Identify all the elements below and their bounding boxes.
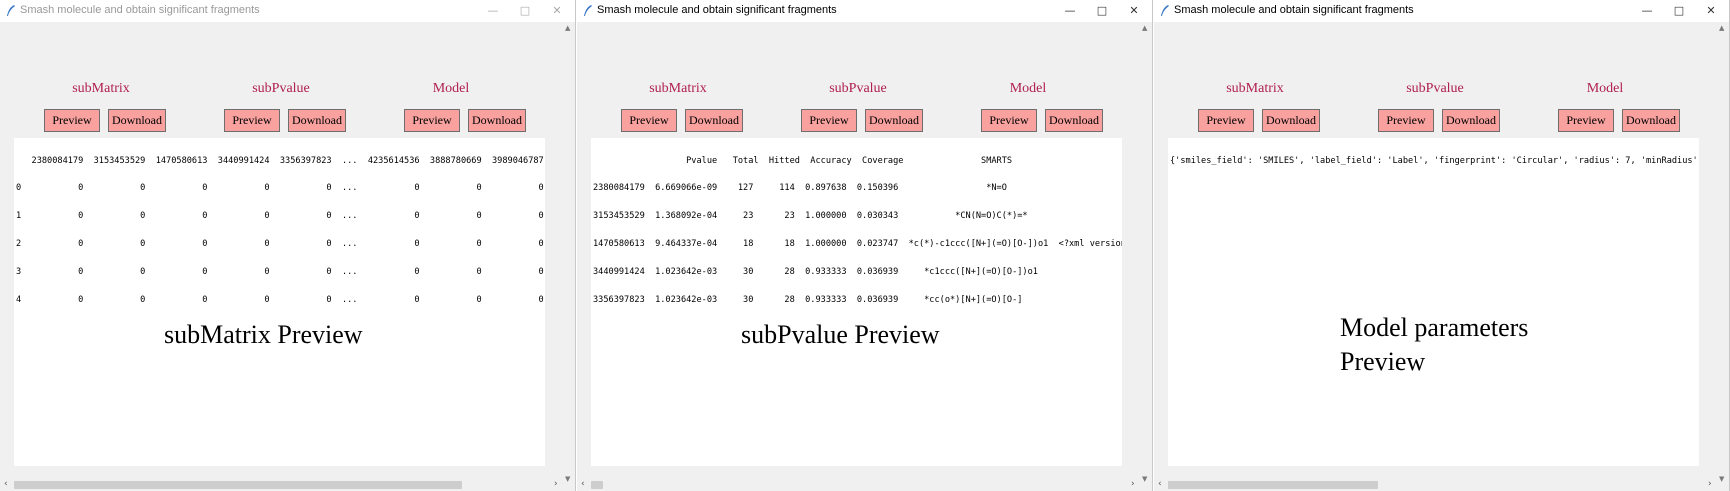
- scroll-down-icon[interactable]: ▼: [1719, 475, 1724, 483]
- window-title: Smash molecule and obtain significant fr…: [20, 4, 260, 16]
- maximize-button[interactable]: □: [510, 2, 540, 20]
- submatrix-heading: subMatrix: [72, 81, 130, 96]
- output-line: {'smiles_field': 'SMILES', 'label_field'…: [1170, 155, 1699, 166]
- model-download-button[interactable]: Download: [468, 109, 526, 132]
- scroll-right-icon[interactable]: ›: [554, 479, 558, 489]
- submatrix-preview-button[interactable]: Preview: [44, 109, 100, 132]
- vertical-scrollbar[interactable]: ▲ ▼: [1717, 22, 1729, 484]
- scrollbar-thumb[interactable]: [591, 481, 603, 489]
- close-button[interactable]: ✕: [542, 2, 572, 20]
- feather-icon: [1161, 5, 1169, 16]
- subpvalue-download-button[interactable]: Download: [865, 109, 923, 132]
- window-title: Smash molecule and obtain significant fr…: [1174, 4, 1414, 16]
- vertical-scrollbar[interactable]: ▲ ▼: [1140, 22, 1152, 484]
- subpvalue-download-button[interactable]: Download: [288, 109, 346, 132]
- preview-label-line: Model parameters: [1340, 313, 1529, 342]
- scroll-left-icon[interactable]: ‹: [4, 479, 8, 489]
- model-heading: Model: [1009, 81, 1047, 96]
- model-heading: Model: [432, 81, 470, 96]
- window-submatrix: Smash molecule and obtain significant fr…: [0, 0, 576, 491]
- output-text: 2380084179 3153453529 1470580613 3440991…: [16, 138, 545, 324]
- preview-label-line: Preview: [1340, 347, 1426, 376]
- model-preview-button[interactable]: Preview: [404, 109, 460, 132]
- subpvalue-preview-button[interactable]: Preview: [224, 109, 280, 132]
- scrollbar-thumb[interactable]: [14, 481, 462, 489]
- subpvalue-preview-button[interactable]: Preview: [801, 109, 857, 132]
- preview-text-area[interactable]: {'smiles_field': 'SMILES', 'label_field'…: [1168, 138, 1699, 466]
- horizontal-scrollbar[interactable]: ‹ ›: [0, 477, 563, 491]
- submatrix-heading: subMatrix: [649, 81, 707, 96]
- subpvalue-download-button[interactable]: Download: [1442, 109, 1500, 132]
- output-line: 2 0 0 0 0 0 ... 0 0 0: [16, 239, 544, 250]
- close-button[interactable]: ✕: [1696, 2, 1726, 20]
- model-download-button[interactable]: Download: [1045, 109, 1103, 132]
- output-text: {'smiles_field': 'SMILES', 'label_field'…: [1170, 138, 1699, 184]
- horizontal-scrollbar[interactable]: ‹ ›: [1154, 477, 1717, 491]
- title-bar[interactable]: Smash molecule and obtain significant fr…: [0, 0, 575, 22]
- preview-label: Model parameters Preview: [1340, 311, 1528, 379]
- scroll-up-icon[interactable]: ▲: [1719, 24, 1724, 32]
- output-line: 2380084179 6.669066e-09 127 114 0.897638…: [593, 183, 1007, 194]
- feather-icon: [584, 5, 592, 16]
- feather-icon: [7, 5, 15, 16]
- submatrix-download-button[interactable]: Download: [1262, 109, 1320, 132]
- output-line: 0 0 0 0 0 0 ... 0 0 0: [16, 183, 544, 194]
- output-text: Pvalue Total Hitted Accuracy Coverage SM…: [593, 138, 1122, 324]
- output-line: 4 0 0 0 0 0 ... 0 0 0: [16, 295, 544, 306]
- output-line: 3 0 0 0 0 0 ... 0 0 0: [16, 267, 544, 278]
- title-bar[interactable]: Smash molecule and obtain significant fr…: [577, 0, 1152, 22]
- subpvalue-preview-button[interactable]: Preview: [1378, 109, 1434, 132]
- subpvalue-heading: subPvalue: [252, 81, 310, 96]
- subpvalue-heading: subPvalue: [1406, 81, 1464, 96]
- output-line: 3153453529 1.368092e-04 23 23 1.000000 0…: [593, 211, 1028, 222]
- horizontal-scrollbar[interactable]: ‹ ›: [577, 477, 1140, 491]
- scroll-right-icon[interactable]: ›: [1708, 479, 1712, 489]
- vertical-scrollbar[interactable]: ▲ ▼: [563, 22, 575, 484]
- submatrix-download-button[interactable]: Download: [685, 109, 743, 132]
- maximize-button[interactable]: □: [1087, 2, 1117, 20]
- preview-text-area[interactable]: Pvalue Total Hitted Accuracy Coverage SM…: [591, 138, 1122, 466]
- minimize-button[interactable]: —: [478, 2, 508, 20]
- scroll-up-icon[interactable]: ▲: [1142, 24, 1147, 32]
- output-line: 3356397823 1.023642e-03 30 28 0.933333 0…: [593, 295, 1023, 306]
- submatrix-preview-button[interactable]: Preview: [1198, 109, 1254, 132]
- title-bar[interactable]: Smash molecule and obtain significant fr…: [1154, 0, 1729, 22]
- output-line: 1 0 0 0 0 0 ... 0 0 0: [16, 211, 544, 222]
- submatrix-heading: subMatrix: [1226, 81, 1284, 96]
- submatrix-download-button[interactable]: Download: [108, 109, 166, 132]
- output-line: Pvalue Total Hitted Accuracy Coverage SM…: [593, 155, 1013, 166]
- preview-label: subPvalue Preview: [741, 320, 940, 349]
- submatrix-preview-button[interactable]: Preview: [621, 109, 677, 132]
- scrollbar-thumb[interactable]: [1168, 481, 1378, 489]
- output-line: 3440991424 1.023642e-03 30 28 0.933333 0…: [593, 267, 1038, 278]
- window-subpvalue: Smash molecule and obtain significant fr…: [577, 0, 1153, 491]
- scroll-down-icon[interactable]: ▼: [565, 475, 570, 483]
- model-heading: Model: [1586, 81, 1624, 96]
- subpvalue-heading: subPvalue: [829, 81, 887, 96]
- model-preview-button[interactable]: Preview: [1558, 109, 1614, 132]
- window-model: Smash molecule and obtain significant fr…: [1154, 0, 1730, 491]
- preview-text-area[interactable]: 2380084179 3153453529 1470580613 3440991…: [14, 138, 545, 466]
- preview-label: subMatrix Preview: [164, 320, 363, 349]
- maximize-button[interactable]: □: [1664, 2, 1694, 20]
- minimize-button[interactable]: —: [1632, 2, 1662, 20]
- window-title: Smash molecule and obtain significant fr…: [597, 4, 837, 16]
- model-preview-button[interactable]: Preview: [981, 109, 1037, 132]
- close-button[interactable]: ✕: [1119, 2, 1149, 20]
- scroll-up-icon[interactable]: ▲: [565, 24, 570, 32]
- scroll-right-icon[interactable]: ›: [1131, 479, 1135, 489]
- scroll-left-icon[interactable]: ‹: [581, 479, 585, 489]
- minimize-button[interactable]: —: [1055, 2, 1085, 20]
- output-line: 1470580613 9.464337e-04 18 18 1.000000 0…: [593, 239, 1122, 250]
- model-download-button[interactable]: Download: [1622, 109, 1680, 132]
- output-line: 2380084179 3153453529 1470580613 3440991…: [16, 155, 545, 166]
- scroll-down-icon[interactable]: ▼: [1142, 475, 1147, 483]
- scroll-left-icon[interactable]: ‹: [1158, 479, 1162, 489]
